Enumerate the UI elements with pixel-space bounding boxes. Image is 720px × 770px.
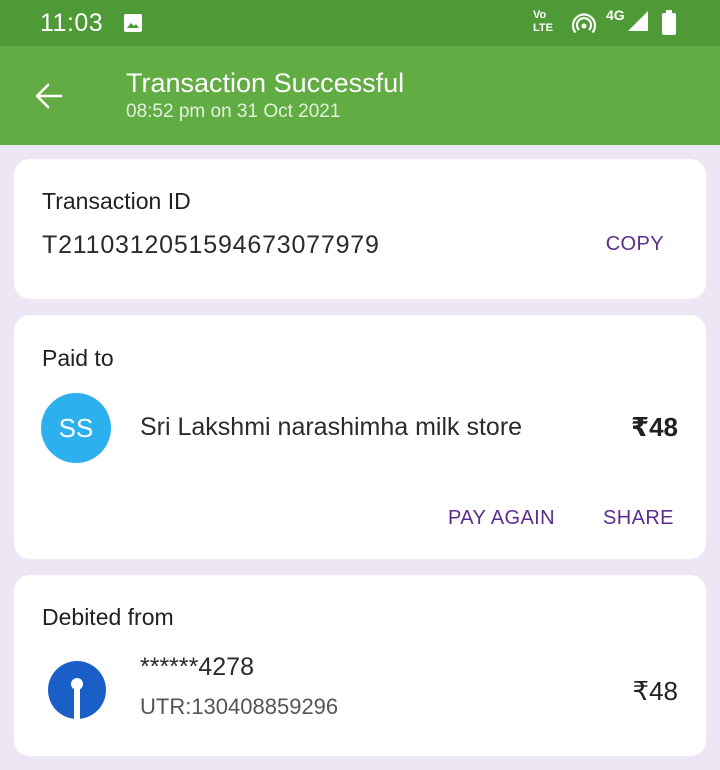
payee-name: Sri Lakshmi narashimha milk store: [140, 413, 523, 441]
app-bar: Transaction Successful 08:52 pm on 31 Oc…: [0, 46, 720, 145]
avatar: SS: [41, 393, 111, 463]
status-time: 11:03: [40, 9, 104, 37]
status-bar: 11:03 Vo LTE 4G: [0, 0, 720, 46]
copy-button[interactable]: COPY: [606, 233, 664, 256]
page-title: Transaction Successful: [126, 68, 405, 98]
debited-from-card: Debited from ******4278 UTR:130408859296…: [14, 575, 706, 756]
page-subtitle: 08:52 pm on 31 Oct 2021: [126, 101, 341, 122]
transaction-id-value: T2110312051594673077979: [42, 231, 380, 259]
transaction-id-label: Transaction ID: [42, 188, 191, 214]
signal-icon: [628, 11, 648, 31]
volte-top: Vo: [533, 9, 547, 21]
utr-number: UTR:130408859296: [140, 694, 339, 719]
paid-to-card: Paid to SS Sri Lakshmi narashimha milk s…: [14, 315, 706, 559]
paid-to-label: Paid to: [42, 345, 114, 371]
back-button[interactable]: [24, 74, 74, 118]
network-type: 4G: [606, 7, 625, 23]
image-icon: [124, 14, 142, 32]
status-icons: Vo LTE 4G: [520, 0, 720, 46]
volte-indicator: Vo LTE: [533, 9, 553, 35]
arrow-left-icon: [35, 83, 63, 109]
paid-amount: ₹48: [630, 412, 678, 442]
transaction-id-card: Transaction ID T2110312051594673077979 C…: [14, 159, 706, 299]
sbi-logo-icon: [48, 661, 106, 720]
hotspot-icon: [572, 13, 596, 34]
masked-account-number: ******4278: [140, 653, 254, 681]
pay-again-button[interactable]: PAY AGAIN: [448, 507, 555, 530]
share-button[interactable]: SHARE: [603, 507, 674, 530]
debited-amount: ₹48: [632, 676, 678, 706]
volte-bottom: LTE: [533, 22, 553, 34]
battery-icon: [662, 10, 676, 35]
debited-from-label: Debited from: [42, 604, 174, 630]
